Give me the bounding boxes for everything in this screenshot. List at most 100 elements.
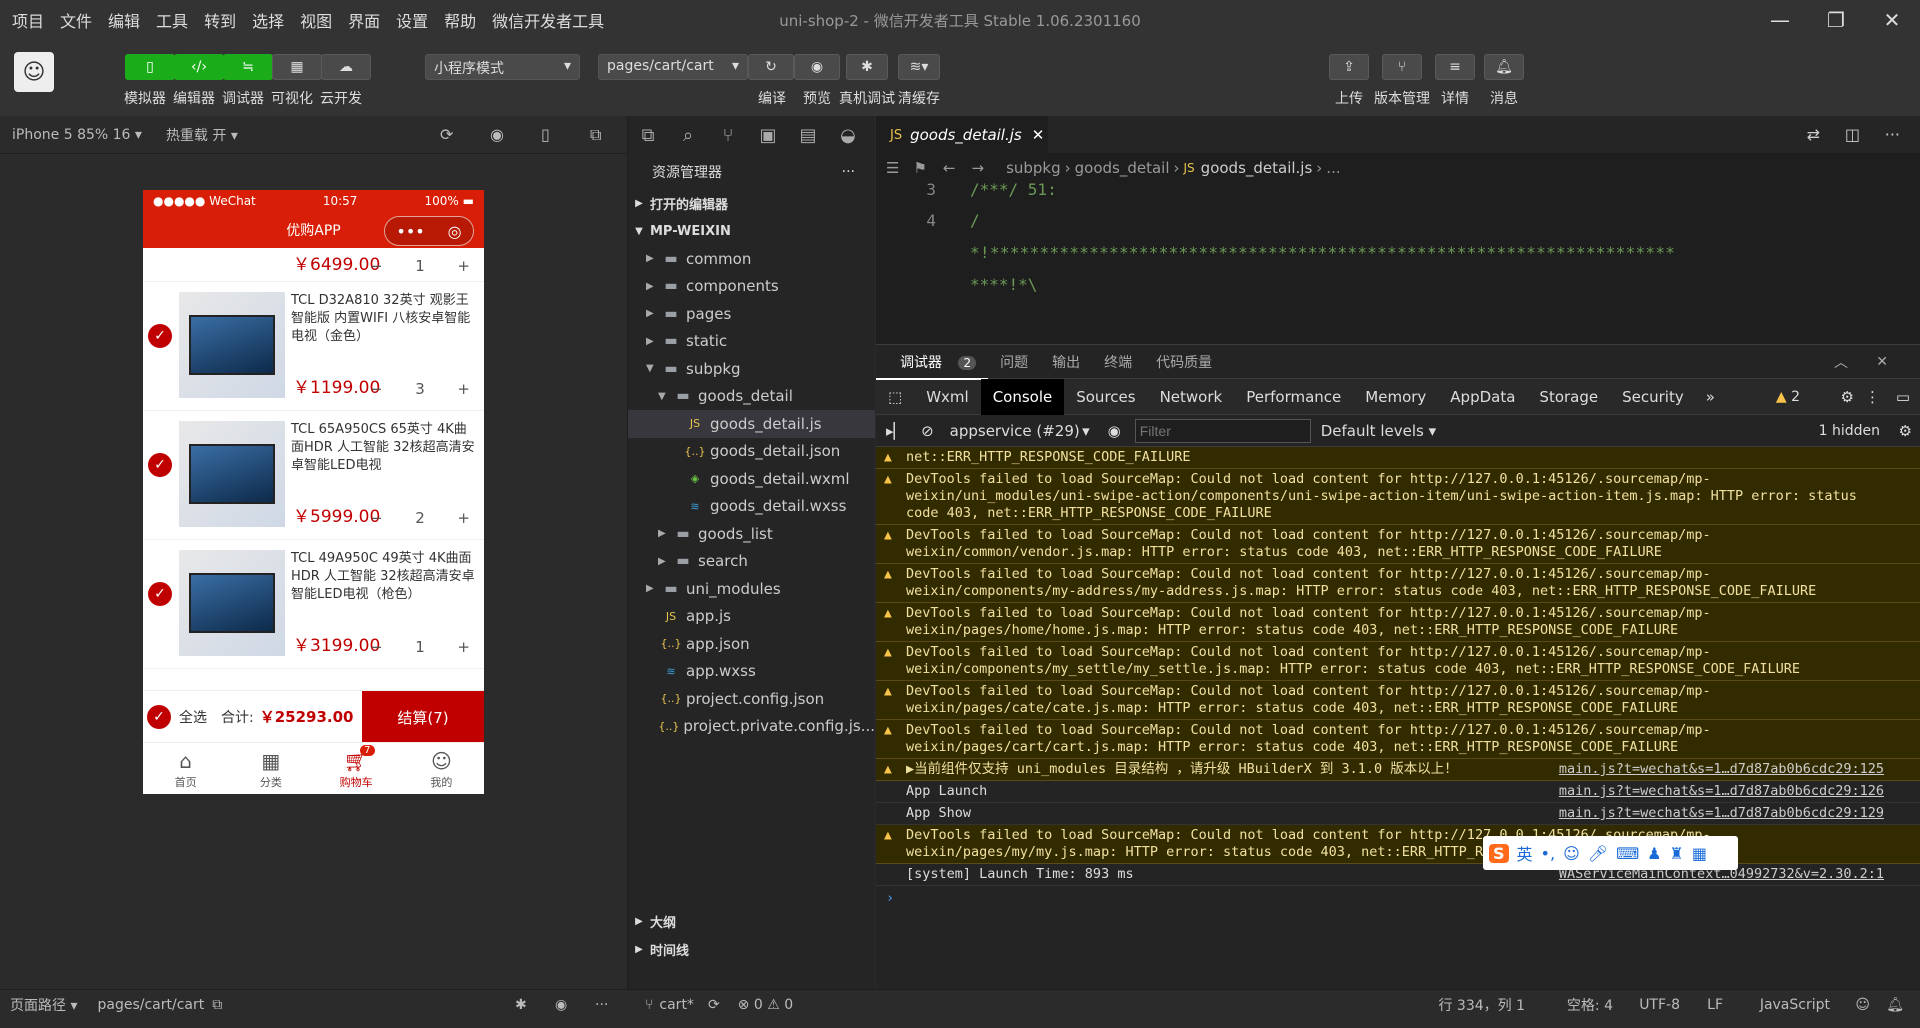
- rotate-icon[interactable]: ⟳: [440, 125, 453, 144]
- sidebar-toggle-icon[interactable]: ▸▏: [876, 422, 915, 440]
- tree-item[interactable]: ▶ ▬ search: [628, 548, 875, 576]
- check-icon[interactable]: ✓: [148, 582, 172, 606]
- feedback-icon[interactable]: ☺: [1855, 997, 1870, 1013]
- tab-terminal[interactable]: 终端: [1092, 352, 1144, 372]
- language-mode[interactable]: JavaScript: [1760, 997, 1830, 1013]
- menu-item[interactable]: 工具: [148, 8, 196, 32]
- minus-button[interactable]: −: [370, 509, 383, 527]
- problems-status[interactable]: ⊗ 0 ⚠ 0: [738, 997, 793, 1013]
- inspect-icon[interactable]: ⬚: [876, 388, 914, 406]
- gear-icon[interactable]: ⚙: [1841, 388, 1854, 406]
- remote-debug-button[interactable]: ✱: [846, 54, 888, 80]
- menu-item[interactable]: 设置: [388, 8, 436, 32]
- devtools-tab[interactable]: Memory: [1353, 379, 1438, 415]
- tree-item[interactable]: ≋ app.wxss: [628, 658, 875, 686]
- upload-button[interactable]: ⇪: [1329, 54, 1369, 80]
- timeline-section[interactable]: ▶ 时间线: [628, 936, 875, 964]
- search-icon[interactable]: ⌕: [668, 125, 708, 146]
- user-icon[interactable]: ♟: [1647, 844, 1661, 863]
- devtools-tab[interactable]: Wxml: [914, 379, 981, 415]
- line-ending[interactable]: LF: [1707, 997, 1723, 1013]
- tree-item[interactable]: ▶ ▬ pages: [628, 300, 875, 328]
- git-icon[interactable]: ⑂: [708, 125, 748, 146]
- punctuation-icon[interactable]: •,: [1541, 844, 1556, 863]
- close-icon[interactable]: ✕: [1032, 126, 1045, 144]
- devtools-tab[interactable]: Performance: [1234, 379, 1353, 415]
- compile-button[interactable]: ↻: [748, 54, 794, 80]
- context-select[interactable]: appservice (#29) ▾: [950, 422, 1090, 440]
- breadcrumb-item[interactable]: subpkg: [1006, 159, 1061, 177]
- ime-language[interactable]: 英: [1517, 841, 1533, 865]
- eye-icon[interactable]: ◉: [555, 997, 567, 1013]
- tree-item[interactable]: JS app.js: [628, 603, 875, 631]
- sync-icon[interactable]: ⟳: [708, 997, 720, 1013]
- shirt-icon[interactable]: ♜: [1670, 844, 1684, 863]
- console-filter-input[interactable]: [1134, 418, 1311, 443]
- more-icon[interactable]: ···: [1885, 125, 1900, 144]
- message-source-link[interactable]: main.js?t=wechat&s=1…d7d87ab0b6cdc29:129: [1559, 805, 1884, 822]
- tab-problems[interactable]: 问题: [988, 352, 1040, 372]
- tree-item[interactable]: ▶ ▬ goods_list: [628, 520, 875, 548]
- minus-button[interactable]: −: [370, 257, 383, 275]
- tree-item[interactable]: ▼ ▬ goods_detail: [628, 383, 875, 411]
- devtools-tab[interactable]: Network: [1148, 379, 1235, 415]
- warning-count[interactable]: ▲ 2: [1776, 389, 1800, 405]
- product-image[interactable]: [179, 292, 285, 398]
- message-source-link[interactable]: main.js?t=wechat&s=1…d7d87ab0b6cdc29:125: [1559, 761, 1884, 778]
- close-icon[interactable]: ✕: [1864, 354, 1900, 370]
- bell-icon[interactable]: 🔔︎: [1886, 997, 1904, 1013]
- tree-item[interactable]: {..} project.private.config.js...: [628, 713, 875, 741]
- tab-cart[interactable]: 🛒︎ 购物车 7: [314, 743, 399, 794]
- back-icon[interactable]: ←: [943, 159, 956, 177]
- messages-button[interactable]: 🔔︎: [1484, 54, 1524, 80]
- tree-item[interactable]: {..} project.config.json: [628, 685, 875, 713]
- keyboard-icon[interactable]: ⌨: [1616, 844, 1639, 863]
- plus-button[interactable]: +: [457, 638, 470, 656]
- close-icon[interactable]: ✕: [1864, 0, 1920, 40]
- tree-item[interactable]: ▶ ▬ components: [628, 273, 875, 301]
- quantity-stepper[interactable]: − 2 +: [370, 509, 470, 527]
- menu-item[interactable]: 文件: [52, 8, 100, 32]
- indentation[interactable]: 空格: 4: [1567, 995, 1613, 1015]
- more-icon[interactable]: •••: [396, 222, 424, 241]
- tab-category[interactable]: ▦ 分类: [228, 743, 313, 794]
- grid-icon[interactable]: ▦: [1692, 844, 1707, 863]
- stop-icon[interactable]: ◉: [490, 125, 504, 144]
- tree-item[interactable]: {..} goods_detail.json: [628, 438, 875, 466]
- debugger-toggle-button[interactable]: ≒: [223, 54, 273, 80]
- capsule-menu[interactable]: ••• ◎: [384, 216, 474, 246]
- bookmark-icon[interactable]: ⚑: [913, 159, 926, 177]
- page-select[interactable]: pages/cart/cart ▾: [598, 54, 748, 80]
- product-image[interactable]: [179, 421, 285, 527]
- settle-button[interactable]: 结算(7): [362, 691, 484, 743]
- menu-item[interactable]: 转到: [196, 8, 244, 32]
- menu-item[interactable]: 项目: [4, 8, 52, 32]
- page-path-select[interactable]: 页面路径 ▾: [10, 995, 77, 1015]
- tab-code-quality[interactable]: 代码质量: [1144, 352, 1224, 372]
- minus-button[interactable]: −: [370, 380, 383, 398]
- preview-button[interactable]: ◉: [794, 54, 840, 80]
- menu-item[interactable]: 微信开发者工具: [484, 8, 612, 32]
- devtools-tab[interactable]: Storage: [1527, 379, 1610, 415]
- files-icon[interactable]: ⧉: [628, 125, 668, 146]
- tree-item[interactable]: ◈ goods_detail.wxml: [628, 465, 875, 493]
- minus-button[interactable]: −: [370, 638, 383, 656]
- levels-select[interactable]: Default levels ▾: [1321, 422, 1436, 440]
- menu-item[interactable]: 界面: [340, 8, 388, 32]
- extensions-icon[interactable]: ▣: [748, 125, 788, 146]
- outline-section[interactable]: ▶ 大纲: [628, 908, 875, 936]
- clear-cache-button[interactable]: ≋▾: [898, 54, 940, 80]
- tab-home[interactable]: ⌂ 首页: [143, 743, 228, 794]
- product-name[interactable]: TCL 49A950C 49英寸 4K曲面HDR 人工智能 32核超高清安卓智能…: [291, 550, 476, 604]
- emoji-icon[interactable]: ☺: [1563, 844, 1580, 863]
- cursor-position[interactable]: 行 334，列 1: [1438, 995, 1525, 1015]
- tree-item[interactable]: ▶ ▬ uni_modules: [628, 575, 875, 603]
- tab-output[interactable]: 输出: [1040, 352, 1092, 372]
- cloud-button[interactable]: ☁: [321, 54, 371, 80]
- forward-icon[interactable]: →: [971, 159, 984, 177]
- user-avatar[interactable]: ☺: [14, 52, 54, 92]
- editor-toggle-button[interactable]: ‹/›: [174, 54, 224, 80]
- product-name[interactable]: TCL 65A950CS 65英寸 4K曲面HDR 人工智能 32核超高清安卓智…: [291, 421, 476, 475]
- popout-icon[interactable]: ⧉: [590, 125, 601, 145]
- tree-item[interactable]: ≋ goods_detail.wxss: [628, 493, 875, 521]
